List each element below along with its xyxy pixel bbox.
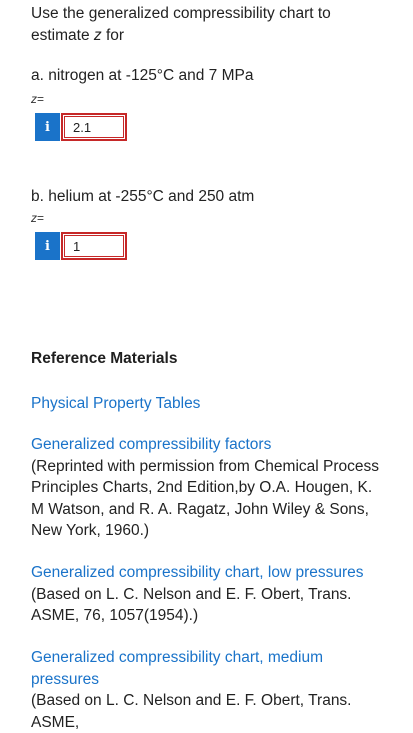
prompt-text-before: Use the generalized compressibility char…: [31, 5, 331, 44]
part-a-z-label: z=: [31, 92, 44, 106]
part-a-answer-value[interactable]: 2.1: [64, 116, 124, 138]
reference-heading: Reference Materials: [31, 350, 178, 367]
info-icon[interactable]: i: [35, 232, 60, 260]
reference-item-chart-medium-pressures: Generalized compressibility chart, mediu…: [31, 647, 383, 733]
chart-low-pressures-link[interactable]: Generalized compressibility chart, low p…: [31, 562, 383, 584]
part-a-answer-row: i 2.1: [35, 112, 127, 142]
part-b-answer-row: i 1: [35, 231, 127, 261]
part-b-answer-field[interactable]: 1: [61, 232, 127, 260]
prompt-variable: z: [93, 27, 102, 44]
physical-property-tables-link[interactable]: Physical Property Tables: [31, 393, 383, 415]
part-b-label: b. helium at -255°C and 250 atm: [31, 188, 255, 205]
part-a-answer-field[interactable]: 2.1: [61, 113, 127, 141]
part-b-answer-value[interactable]: 1: [64, 235, 124, 257]
generalized-factors-note: (Reprinted with permission from Chemical…: [31, 457, 380, 540]
reference-item-generalized-factors: Generalized compressibility factors (Rep…: [31, 434, 383, 542]
chart-low-pressures-note: (Based on L. C. Nelson and E. F. Obert, …: [31, 585, 352, 625]
chart-medium-pressures-note: (Based on L. C. Nelson and E. F. Obert, …: [31, 692, 352, 731]
part-a-label: a. nitrogen at -125°C and 7 MPa: [31, 67, 254, 84]
reference-item-physical-property-tables: Physical Property Tables: [31, 393, 383, 415]
part-a-z-equals: =: [37, 92, 45, 106]
info-icon[interactable]: i: [35, 113, 60, 141]
reference-item-chart-low-pressures: Generalized compressibility chart, low p…: [31, 562, 383, 627]
part-b-z-equals: =: [37, 211, 45, 225]
prompt-text-after: for: [101, 27, 125, 44]
generalized-factors-link[interactable]: Generalized compressibility factors: [31, 434, 383, 456]
part-b-z-label: z=: [31, 211, 44, 225]
question-prompt: Use the generalized compressibility char…: [31, 3, 371, 47]
chart-medium-pressures-link[interactable]: Generalized compressibility chart, mediu…: [31, 647, 383, 690]
